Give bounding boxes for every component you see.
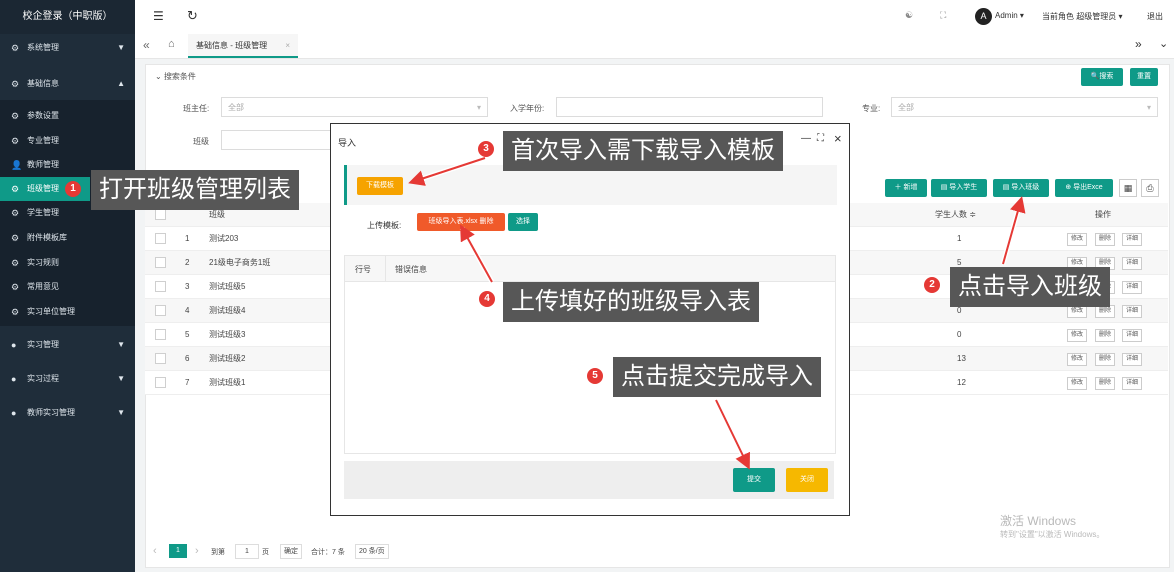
arrow-5 xyxy=(715,399,750,470)
arrow-3 xyxy=(408,157,486,186)
arrow-4 xyxy=(460,224,493,283)
step-badge-4: 4 xyxy=(479,291,495,307)
step-badge-1: 1 xyxy=(65,181,81,197)
step-badge-5: 5 xyxy=(587,368,603,384)
step-badge-2: 2 xyxy=(924,277,940,293)
callout-download-template: 首次导入需下载导入模板 xyxy=(503,131,783,171)
callout-click-import-class: 点击导入班级 xyxy=(950,267,1110,307)
callout-submit-import: 点击提交完成导入 xyxy=(613,357,821,397)
callout-open-class-list: 打开班级管理列表 xyxy=(91,170,299,210)
step-badge-3: 3 xyxy=(478,141,494,157)
arrow-2 xyxy=(1002,196,1026,265)
callout-upload-file: 上传填好的班级导入表 xyxy=(503,282,759,322)
